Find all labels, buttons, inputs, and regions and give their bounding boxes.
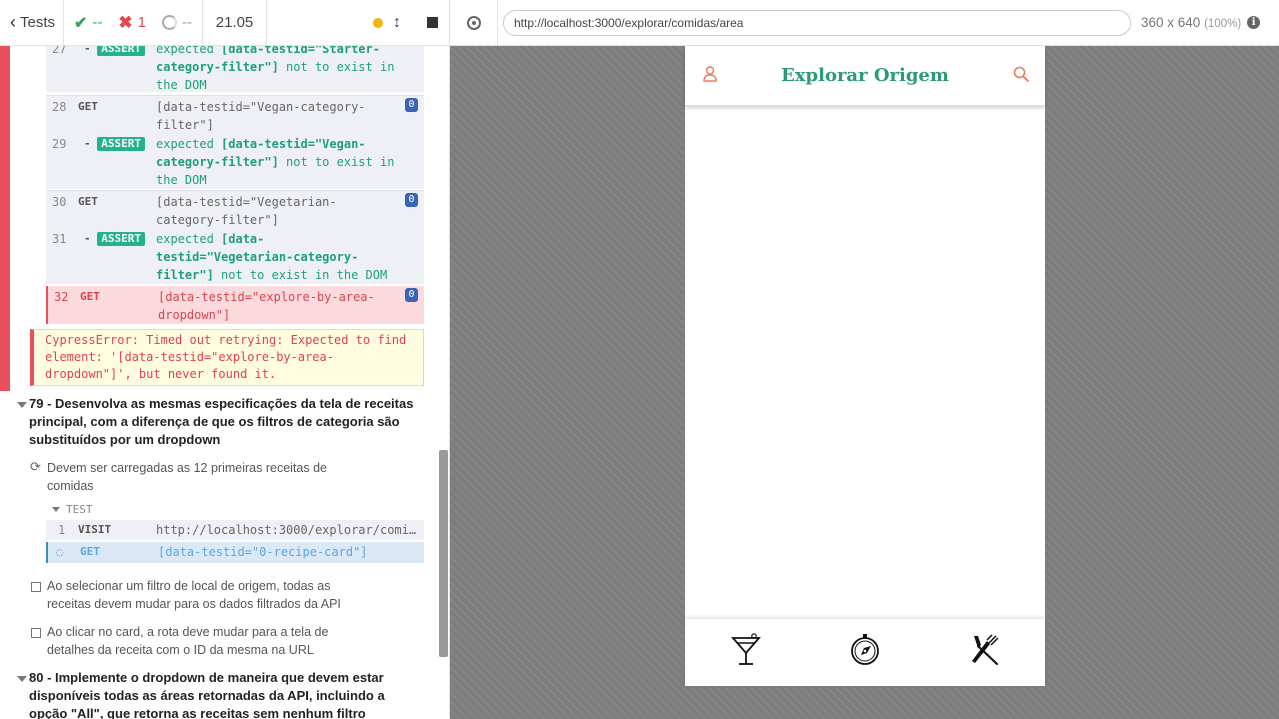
pending-test-icon xyxy=(31,582,41,592)
passed-count: -- xyxy=(92,14,103,31)
command-name: - ASSERT xyxy=(84,135,145,153)
viewport-info: 360 x 640 (100%) xyxy=(1141,15,1241,30)
pending-test-icon xyxy=(31,628,41,638)
assert-tag: ASSERT xyxy=(97,46,145,56)
viewport-size: 360 x 640 xyxy=(1141,15,1201,30)
failed-command-row[interactable]: 32 GET [data-testid="explore-by-area-dro… xyxy=(46,286,424,324)
crosshair-icon xyxy=(466,15,481,30)
command-row[interactable]: 28 GET [data-testid="Vegan-category-filt… xyxy=(46,95,424,133)
command-name: GET xyxy=(78,195,98,208)
suite-title[interactable]: 79 - Desenvolva as mesmas especificações… xyxy=(29,395,424,449)
reporter-header: ‹ Tests ✔ -- ✖ 1 -- 21.05 ↕ xyxy=(0,0,449,46)
test-title[interactable]: Ao selecionar um filtro de local de orig… xyxy=(47,577,367,613)
test-section-header: TEST xyxy=(66,503,93,516)
drink-icon[interactable] xyxy=(730,633,762,667)
zoom-level: (100%) xyxy=(1204,18,1242,30)
passed-stat[interactable]: ✔ -- xyxy=(74,13,102,33)
selector-playground-button[interactable] xyxy=(450,0,498,46)
x-icon: ✖ xyxy=(118,12,133,32)
utensils-icon[interactable] xyxy=(969,633,1001,667)
failed-count: 1 xyxy=(137,14,147,31)
caret-down-icon[interactable] xyxy=(17,402,27,408)
command-name: GET xyxy=(80,545,100,558)
command-message: [data-testid="Vegan-category-filter"] xyxy=(156,100,366,132)
suite-title[interactable]: 80 - Implemente o dropdown de maneira qu… xyxy=(29,669,424,719)
command-number: 1 xyxy=(58,523,66,537)
refresh-icon: ⟳ xyxy=(30,459,41,474)
element-count-badge: 0 xyxy=(405,193,418,207)
caret-down-icon[interactable] xyxy=(17,676,27,682)
test-stats: ✔ -- ✖ 1 -- xyxy=(64,0,204,46)
command-row[interactable]: 31 - ASSERT expected [data-testid="Veget… xyxy=(46,228,424,284)
running-indicator-icon xyxy=(373,17,383,28)
command-message: expected [data-testid="Vegan-category-fi… xyxy=(156,137,402,187)
error-message[interactable]: CypressError: Timed out retrying: Expect… xyxy=(30,329,424,386)
command-message: [data-testid="explore-by-area-dropdown"] xyxy=(158,290,375,322)
caret-down-icon[interactable] xyxy=(52,507,60,512)
tests-label: Tests xyxy=(20,14,56,31)
failed-suite-indicator xyxy=(0,46,10,391)
active-command-row[interactable]: ◌ GET [data-testid="0-recipe-card"] xyxy=(46,542,424,563)
url-bar[interactable]: http://localhost:3000/explorar/comidas/a… xyxy=(503,9,1131,36)
tests-button[interactable]: ‹ Tests xyxy=(0,0,65,46)
element-count-badge: 0 xyxy=(405,288,418,302)
command-message: expected [data-testid="Vegetarian-catego… xyxy=(156,232,388,282)
app-header: Explorar Origem xyxy=(685,46,1045,106)
assert-tag: ASSERT xyxy=(97,232,145,246)
failed-stat[interactable]: ✖ 1 xyxy=(118,13,146,33)
pending-circle-icon xyxy=(162,15,178,30)
app-under-test-panel: http://localhost:3000/explorar/comidas/a… xyxy=(450,0,1279,719)
command-row[interactable]: 27 - ASSERT expected [data-testid="Start… xyxy=(46,46,424,92)
pending-count: -- xyxy=(182,14,193,31)
search-icon[interactable] xyxy=(1013,66,1029,82)
aut-header: http://localhost:3000/explorar/comidas/a… xyxy=(450,0,1279,46)
command-number: 29 xyxy=(52,137,67,151)
footer-nav xyxy=(685,619,1045,686)
chevron-left-icon: ‹ xyxy=(10,12,16,32)
auto-scroll-icon[interactable]: ↕ xyxy=(393,14,401,32)
command-number: 27 xyxy=(52,46,67,56)
info-icon[interactable]: i xyxy=(1247,16,1261,29)
command-name: - ASSERT xyxy=(84,46,145,58)
test-reporter: ‹ Tests ✔ -- ✖ 1 -- 21.05 ↕ 27 - ASSERT … xyxy=(0,0,450,719)
compass-icon[interactable] xyxy=(849,633,881,667)
runnables-list: 27 - ASSERT expected [data-testid="Start… xyxy=(0,46,438,719)
stop-button[interactable] xyxy=(427,17,438,28)
page-title: Explorar Origem xyxy=(781,65,949,86)
run-controls: ↕ xyxy=(267,0,449,46)
pending-stat[interactable]: -- xyxy=(162,14,192,31)
command-name: VISIT xyxy=(78,523,112,536)
command-message: [data-testid="Vegetarian-category-filter… xyxy=(156,195,337,227)
test-title[interactable]: Ao clicar no card, a rota deve mudar par… xyxy=(47,623,367,659)
command-row[interactable]: 29 - ASSERT expected [data-testid="Vegan… xyxy=(46,133,424,189)
test-title[interactable]: Devem ser carregadas as 12 primeiras rec… xyxy=(47,459,367,495)
command-message: [data-testid="0-recipe-card"] xyxy=(158,545,368,559)
element-count-badge: 0 xyxy=(405,98,418,112)
check-icon: ✔ xyxy=(74,14,88,32)
command-number: 32 xyxy=(54,290,69,304)
duration: 21.05 xyxy=(203,0,268,46)
command-row[interactable]: 1 VISIT http://localhost:3000/explorar/c… xyxy=(46,520,424,540)
app-viewport: Explorar Origem xyxy=(685,46,1045,686)
command-name: GET xyxy=(80,290,100,303)
loading-spinner-icon: ◌ xyxy=(56,545,64,559)
command-name: - ASSERT xyxy=(84,230,145,248)
command-number: 30 xyxy=(52,195,67,209)
command-name: GET xyxy=(78,100,98,113)
command-number: 28 xyxy=(52,100,67,114)
command-message: expected [data-testid="Starter-category-… xyxy=(156,46,402,92)
command-number: 31 xyxy=(52,232,67,246)
assert-tag: ASSERT xyxy=(97,137,145,151)
command-row[interactable]: 30 GET [data-testid="Vegetarian-category… xyxy=(46,190,424,228)
reporter-scrollbar[interactable] xyxy=(439,450,448,657)
command-message: http://localhost:3000/explorar/comi… xyxy=(156,523,417,537)
